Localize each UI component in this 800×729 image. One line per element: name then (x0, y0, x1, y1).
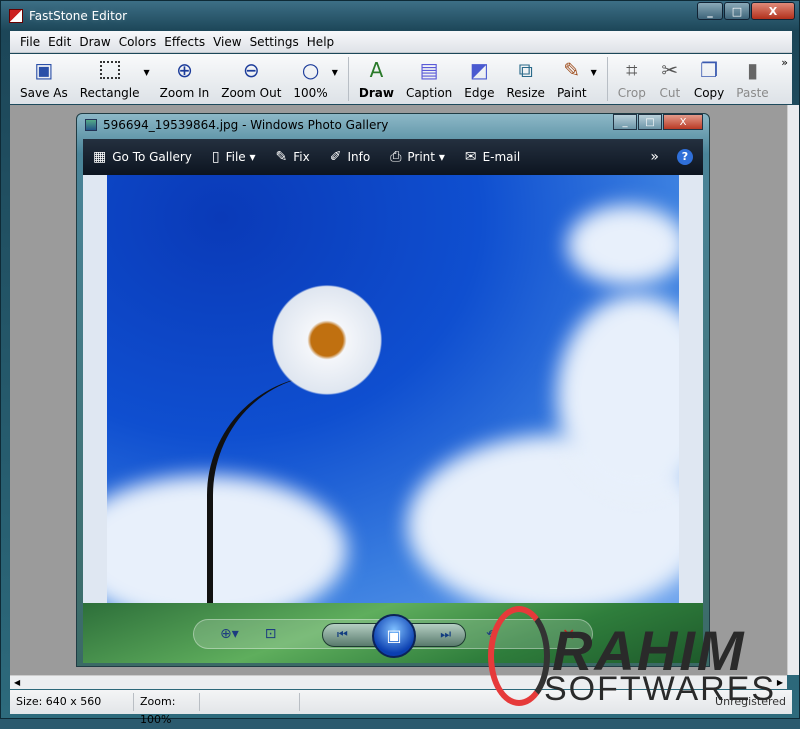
paste-button[interactable]: ▮ Paste (736, 54, 768, 100)
copy-icon: ❐ (700, 58, 718, 82)
gallery-maximize-icon: □ (638, 114, 662, 130)
app-icon (9, 8, 23, 23)
previous-icon: ⏮ (337, 627, 348, 641)
zoom-out-icon: ⊖ (242, 58, 260, 82)
info-icon: ✐ (329, 149, 342, 165)
resize-button[interactable]: ⧉ Resize (506, 54, 544, 100)
toolbar-overflow-icon[interactable]: » (781, 56, 788, 69)
paint-icon: ✎ (563, 58, 581, 82)
image-size-status: Size: 640 x 560 (10, 693, 134, 711)
rectangle-select-icon (98, 58, 122, 82)
gallery-title: 596694_19539864.jpg - Windows Photo Gall… (103, 118, 389, 132)
vertical-scrollbar[interactable] (787, 105, 799, 675)
faststone-editor-window: FastStone Editor _ □ X File Edit Draw Co… (0, 0, 800, 726)
toolbar-separator (347, 57, 349, 101)
info-label: Info (347, 150, 371, 164)
menu-bar: File Edit Draw Colors Effects View Setti… (10, 31, 792, 53)
minimize-button[interactable]: _ (697, 2, 723, 20)
gallery-close-icon: X (663, 114, 703, 130)
paint-button[interactable]: ✎ Paint (557, 54, 587, 100)
fit-icon: ⊡ (264, 626, 277, 642)
rectangle-button[interactable]: Rectangle (80, 54, 140, 100)
menu-draw[interactable]: Draw (79, 35, 110, 49)
gallery-icon: ▦ (93, 149, 107, 165)
resize-icon: ⧉ (518, 58, 533, 82)
zoom-in-button[interactable]: ⊕ Zoom In (160, 54, 210, 100)
save-as-button[interactable]: ▣ Save As (20, 54, 68, 100)
scroll-left-icon[interactable]: ◀ (14, 678, 20, 687)
gallery-controls: ⊕▾ ⊡ ⏮ ⏭ ▣ ⟲ ✕ (83, 603, 703, 663)
caption-icon: ▤ (419, 58, 439, 82)
fix-icon: ✎ (275, 149, 288, 165)
edge-icon: ◩ (469, 58, 489, 82)
image-area (83, 175, 703, 603)
edge-button[interactable]: ◩ Edge (464, 54, 494, 100)
photo-gallery-window-image: 596694_19539864.jpg - Windows Photo Gall… (76, 113, 710, 667)
rectangle-dropdown-icon[interactable]: ▼ (144, 68, 150, 77)
toolbar: ▣ Save As Rectangle ▼ ⊕ Zoom In ⊖ Zoom Out … (10, 54, 792, 104)
zoom-icon: ⊕▾ (220, 626, 239, 642)
zoom-status: Zoom: 100% (134, 693, 200, 726)
print-icon: ⎙ (390, 149, 402, 165)
maximize-button[interactable]: □ (724, 2, 750, 20)
more-icon: » (650, 149, 659, 165)
rotate-icon: ⟲ (486, 627, 497, 641)
title-bar: FastStone Editor _ □ X (1, 1, 800, 30)
caption-button[interactable]: ▤ Caption (406, 54, 452, 100)
zoom-actual-icon: ○ (301, 58, 320, 82)
scroll-right-icon[interactable]: ▶ (777, 678, 783, 687)
registration-status: Unregistered (715, 695, 786, 708)
status-bar: Size: 640 x 560 Zoom: 100% Unregistered (10, 690, 792, 726)
menu-edit[interactable]: Edit (48, 35, 71, 49)
next-icon: ⏭ (440, 627, 451, 641)
window-title: FastStone Editor (29, 8, 128, 23)
menu-view[interactable]: View (213, 35, 241, 49)
gallery-minimize-icon: _ (613, 114, 637, 130)
menu-help[interactable]: Help (307, 35, 334, 49)
go-to-gallery-label: Go To Gallery (112, 150, 192, 164)
file-icon: ▯ (211, 149, 220, 165)
menu-colors[interactable]: Colors (119, 35, 157, 49)
gallery-toolbar: ▦ Go To Gallery ▯ File ▾ ✎ Fix ✐ Info ⎙ Print… (83, 139, 703, 175)
scissors-icon: ✂ (661, 58, 679, 82)
file-label: File (225, 150, 246, 164)
delete-icon: ✕ (562, 624, 576, 644)
slideshow-icon: ▣ (372, 614, 416, 658)
menu-file[interactable]: File (20, 35, 40, 49)
paste-icon: ▮ (746, 58, 758, 82)
email-label: E-mail (482, 150, 521, 164)
floppy-icon: ▣ (34, 58, 54, 82)
email-icon: ✉ (464, 149, 477, 165)
fix-label: Fix (293, 150, 310, 164)
print-label: Print (407, 150, 435, 164)
help-icon: ? (677, 149, 693, 165)
cut-button[interactable]: ✂ Cut (658, 54, 682, 100)
close-button[interactable]: X (751, 2, 795, 20)
draw-icon: A (369, 58, 384, 82)
daisy-photo (107, 175, 679, 603)
toolbar-separator (606, 57, 608, 101)
actual-size-button[interactable]: ○ 100% (293, 54, 327, 100)
copy-button[interactable]: ❐ Copy (694, 54, 724, 100)
gallery-icon (85, 119, 97, 131)
draw-button[interactable]: A Draw (359, 54, 394, 100)
horizontal-scrollbar[interactable]: ◀ ▶ (10, 675, 787, 689)
crop-icon: ⌗ (626, 58, 638, 82)
paint-dropdown-icon[interactable]: ▼ (591, 68, 597, 77)
menu-effects[interactable]: Effects (164, 35, 205, 49)
crop-button[interactable]: ⌗ Crop (618, 54, 646, 100)
zoom-out-button[interactable]: ⊖ Zoom Out (221, 54, 281, 100)
zoom-dropdown-icon[interactable]: ▼ (332, 68, 338, 77)
zoom-in-icon: ⊕ (176, 58, 193, 82)
menu-settings[interactable]: Settings (250, 35, 299, 49)
